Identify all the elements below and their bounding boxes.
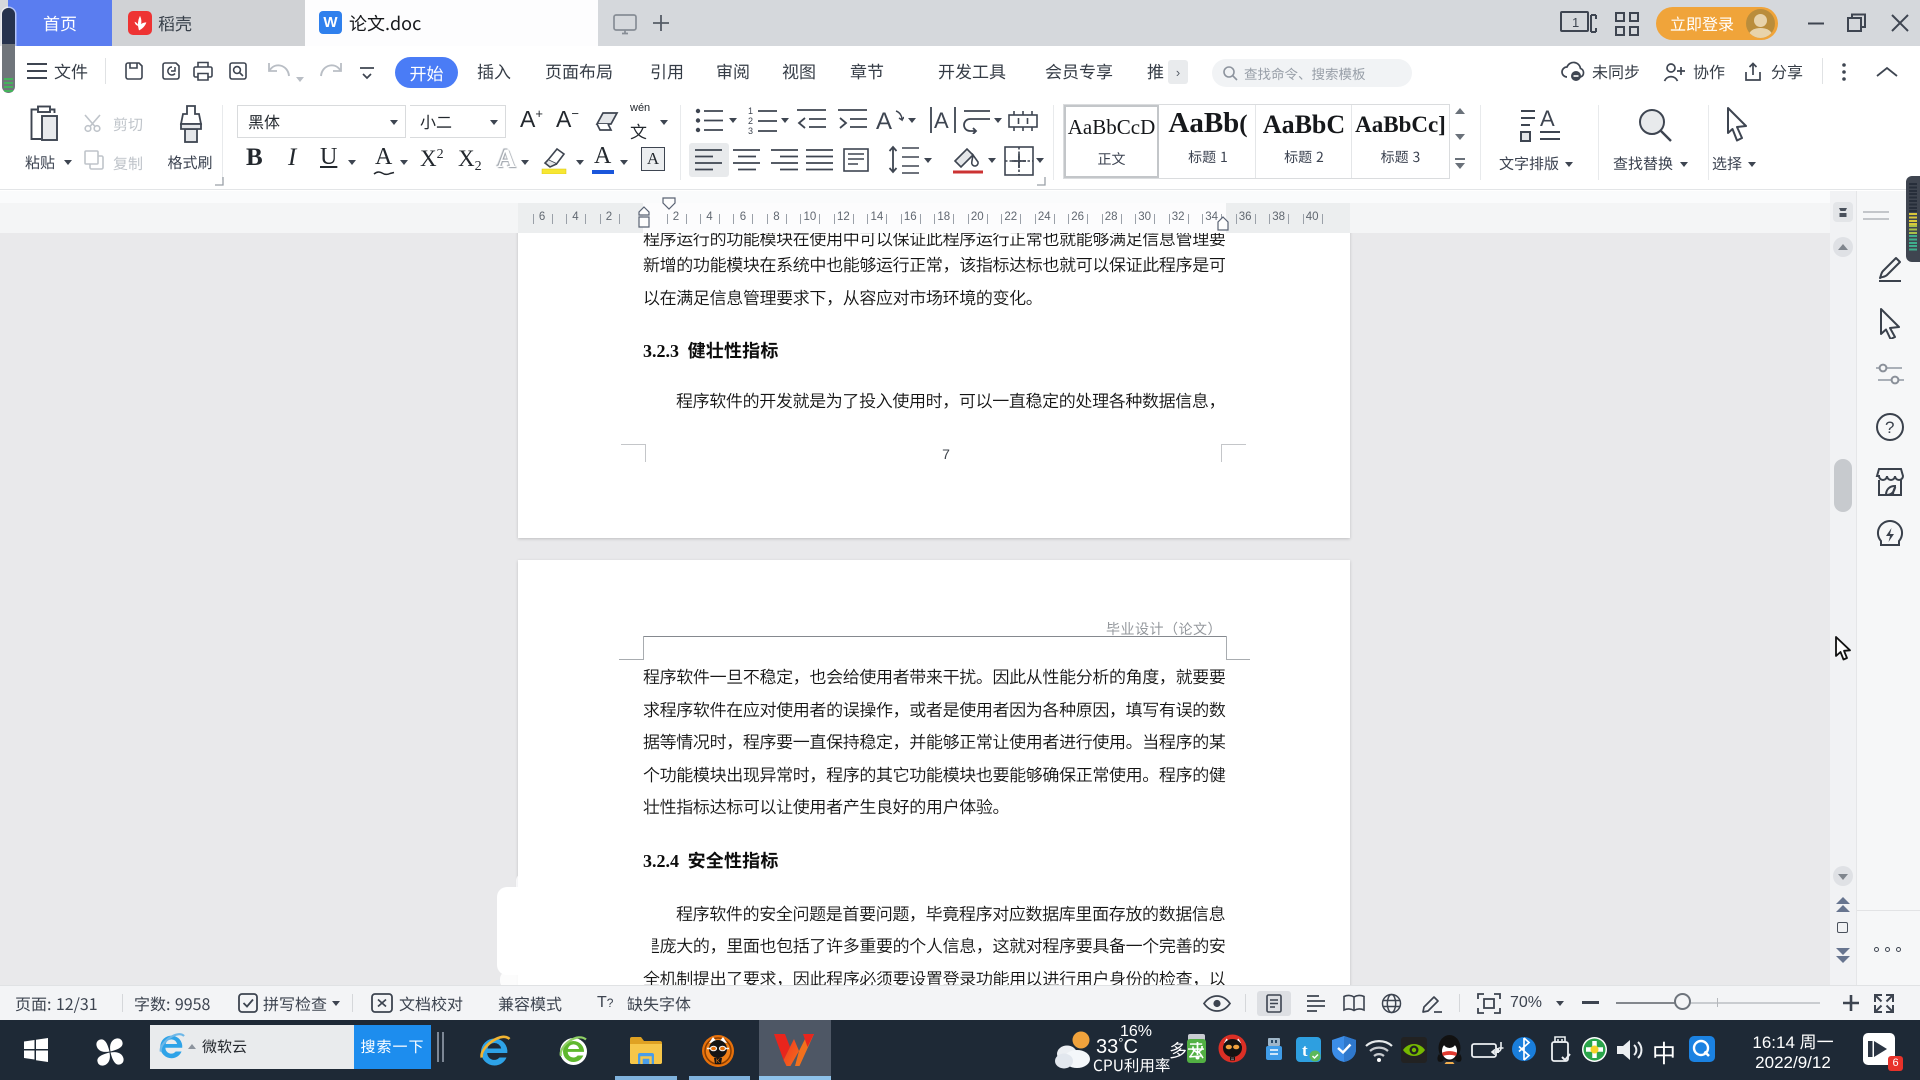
svg-text:t: t <box>1302 1041 1308 1060</box>
svg-text:A: A <box>876 108 892 135</box>
svg-text:?: ? <box>1885 418 1894 437</box>
svg-text:2: 2 <box>748 116 753 126</box>
svg-text:K: K <box>716 1059 720 1065</box>
svg-text:1: 1 <box>748 106 753 116</box>
svg-text:A: A <box>934 108 949 133</box>
svg-text:A: A <box>1540 108 1555 131</box>
svg-text:1: 1 <box>1572 15 1579 30</box>
svg-text:3: 3 <box>748 126 753 136</box>
